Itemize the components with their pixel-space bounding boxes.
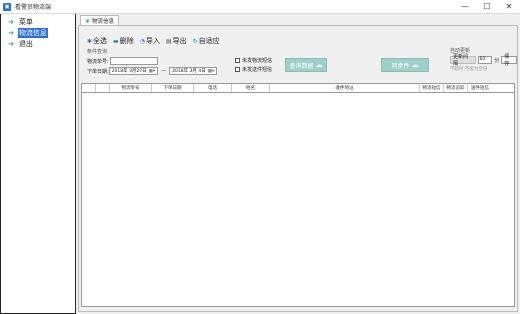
minus-icon: ▬ [113, 37, 119, 45]
column-header[interactable]: 收件地址 [270, 84, 420, 92]
select-all-button[interactable]: ✱ 全选 [87, 36, 107, 46]
cloud-icon: ☁ [411, 61, 419, 69]
window-title: 看警员物流端 [15, 4, 52, 11]
column-header[interactable] [82, 84, 96, 92]
data-grid[interactable]: 物流单号 下单日期 电话 姓名 收件地址 物流短信 物流追踪 送件短信 [81, 83, 515, 307]
query-data-label: 查询数据 [289, 62, 314, 70]
auto-update-row: 更新间隔 60 分 保存 [450, 54, 517, 67]
tree-item-logistics[interactable]: ➔ 物流信息 [1, 27, 75, 38]
query-group: 条件查询 物流单号: 下单日期: 2018年 3月27日 ▦▾ — 2018年 … [87, 48, 218, 75]
column-header[interactable]: 物流短信 [420, 84, 444, 92]
select-all-label: 全选 [93, 37, 108, 45]
waybill-row: 物流单号: [87, 57, 217, 65]
arrow-icon: ➔ [8, 17, 14, 26]
column-header[interactable]: 电话 [194, 84, 232, 92]
close-button[interactable]: ✕ [498, 0, 520, 14]
import-icon: ◔ [139, 37, 145, 45]
date-from-value: 2018年 3月27日 [111, 69, 147, 74]
interval-input[interactable]: 60 [477, 56, 493, 64]
column-header[interactable]: 姓名 [232, 84, 270, 92]
checkbox-box[interactable] [235, 67, 240, 72]
waybill-input[interactable] [109, 57, 158, 65]
import-button[interactable]: ◔ 导入 [140, 36, 160, 46]
sync-button[interactable]: 同步件 ☁ [381, 58, 429, 72]
maximize-button[interactable]: ☐ [476, 0, 498, 14]
calendar-icon[interactable]: ▦▾ [149, 69, 156, 74]
tab-label: 物流信息 [92, 19, 115, 25]
tree-item-exit[interactable]: ➔ 退出 [1, 38, 75, 49]
calendar-icon[interactable]: ▦▾ [208, 69, 215, 74]
interval-label: 更新间隔 [450, 54, 476, 67]
arrow-icon: ➔ [8, 39, 14, 48]
arrow-icon: ➔ [8, 28, 14, 37]
date-to-picker[interactable]: 2018年 3月 4日 ▦▾ [169, 67, 218, 75]
unsent-sms-label: 未发物流短信 [242, 58, 273, 64]
date-separator: — [161, 68, 167, 74]
star-icon: ✱ [87, 37, 93, 45]
column-header[interactable]: 物流追踪 [444, 84, 468, 92]
minimize-button[interactable]: — [454, 0, 476, 14]
toolbar: ✱ 全选 ▬ 删除 ◔ 导入 ▤ 导出 ↻ 自适应 [87, 36, 220, 46]
tree-item-menu[interactable]: ➔ 菜单 [1, 16, 75, 27]
tree-item-label: 退出 [18, 39, 33, 48]
column-header[interactable] [96, 84, 110, 92]
export-label: 导出 [172, 37, 187, 45]
refresh-icon: ↻ [192, 37, 198, 45]
content-panel: ✱ 全选 ▬ 删除 ◔ 导入 ▤ 导出 ↻ 自适应 条件查询 物流单号: 下单日… [78, 25, 518, 312]
import-label: 导入 [145, 37, 160, 45]
grid-header: 物流单号 下单日期 电话 姓名 收件地址 物流短信 物流追踪 送件短信 [82, 84, 514, 93]
query-data-button[interactable]: 查询数据 ☁ [285, 58, 327, 72]
unreached-sms-checkbox[interactable]: 未发送件短信 [235, 66, 272, 73]
export-button[interactable]: ▤ 导出 [166, 36, 187, 46]
unreached-sms-label: 未发送件短信 [242, 67, 273, 73]
sync-label: 同步件 [391, 62, 410, 70]
auto-fit-label: 自适应 [198, 37, 220, 45]
title-bar: ▣ 看警员物流端 — ☐ ✕ [0, 0, 520, 14]
date-row: 下单日期: 2018年 3月27日 ▦▾ — 2018年 3月 4日 ▦▾ [87, 67, 218, 75]
interval-unit: 分 [494, 57, 500, 64]
date-label: 下单日期: [87, 68, 109, 75]
waybill-label: 物流单号: [87, 58, 109, 65]
date-from-picker[interactable]: 2018年 3月27日 ▦▾ [108, 67, 159, 75]
auto-update-group: 自动更新 更新间隔 60 分 保存 不超时,不能为空值 [450, 47, 517, 72]
delete-label: 删除 [119, 37, 134, 45]
save-button[interactable]: 保存 [501, 54, 517, 67]
delete-button[interactable]: ▬ 删除 [113, 36, 134, 46]
export-icon: ▤ [165, 37, 172, 45]
leaf-icon: ❦ [85, 17, 91, 25]
unsent-sms-checkbox[interactable]: 未发物流短信 [235, 57, 272, 64]
filter-checkboxes: 未发物流短信 未发送件短信 [235, 57, 272, 75]
auto-fit-button[interactable]: ↻ 自适应 [193, 36, 220, 46]
window-controls: — ☐ ✕ [454, 0, 520, 14]
sidebar-tree: ➔ 菜单 ➔ 物流信息 ➔ 退出 [0, 14, 76, 314]
column-header[interactable]: 物流单号 [110, 84, 152, 92]
query-group-title: 条件查询 [87, 49, 108, 55]
tree-item-label: 物流信息 [17, 27, 48, 38]
checkbox-box[interactable] [235, 58, 240, 63]
cloud-icon: ☁ [315, 61, 323, 69]
column-header[interactable]: 送件短信 [468, 84, 492, 92]
tree-item-label: 菜单 [18, 17, 33, 26]
app-icon: ▣ [3, 2, 11, 11]
column-header[interactable]: 下单日期 [152, 84, 194, 92]
date-to-value: 2018年 3月 4日 [172, 69, 206, 74]
